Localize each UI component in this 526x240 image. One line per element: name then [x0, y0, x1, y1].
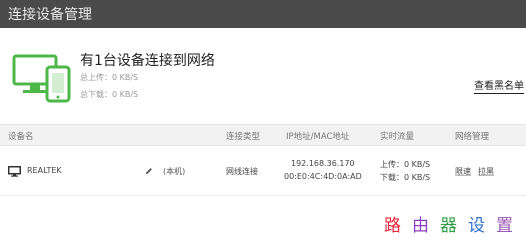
window-title: 连接设备管理	[8, 7, 92, 23]
total-download: 总下载：0 KB/S	[80, 90, 139, 99]
watermark: 路由器设置	[384, 216, 513, 236]
download-speed: 下载：0 KB/S	[380, 173, 431, 182]
watermark-char: 路	[384, 216, 401, 236]
watermark-char: 置	[496, 216, 513, 236]
blacklist-button[interactable]: 拉黑	[478, 166, 494, 177]
connection-type: 网线连接	[226, 167, 258, 176]
watermark-char: 器	[440, 216, 457, 236]
watermark-char: 由	[412, 216, 429, 236]
mac-address: 00:E0:4C:4D:0A:AD	[284, 172, 362, 181]
table-row: REALTEK (本机) 网线连接 192.168.36.170 00:E0:4…	[0, 146, 526, 196]
speed-limit-button[interactable]: 限速	[455, 166, 471, 177]
device-count-headline: 有1台设备连接到网络	[80, 53, 215, 69]
header-ip-mac: IP地址/MAC地址	[286, 132, 350, 142]
device-name: REALTEK	[27, 166, 62, 175]
header-network-management: 网络管理	[455, 132, 490, 142]
pc-icon	[8, 166, 21, 177]
header-connection-type: 连接类型	[226, 132, 261, 142]
watermark-char: 设	[468, 216, 485, 236]
header-device-name: 设备名	[8, 132, 34, 142]
header-realtime-traffic: 实时流量	[380, 132, 415, 142]
view-blacklist-link[interactable]: 查看黑名单	[474, 80, 524, 94]
total-upload: 总上传：0 KB/S	[80, 73, 139, 82]
table-header: 设备名 连接类型 IP地址/MAC地址 实时流量 网络管理	[0, 124, 526, 146]
upload-speed: 上传：0 KB/S	[380, 160, 431, 169]
current-device-tag: (本机)	[163, 167, 186, 176]
ip-address: 192.168.36.170	[291, 159, 355, 168]
connection-summary: 有1台设备连接到网络 总上传：0 KB/S 总下载：0 KB/S 查看黑名单	[0, 28, 526, 124]
pencil-icon[interactable]	[145, 167, 153, 175]
title-bar: 连接设备管理	[0, 0, 526, 28]
devices-icon	[12, 54, 71, 103]
